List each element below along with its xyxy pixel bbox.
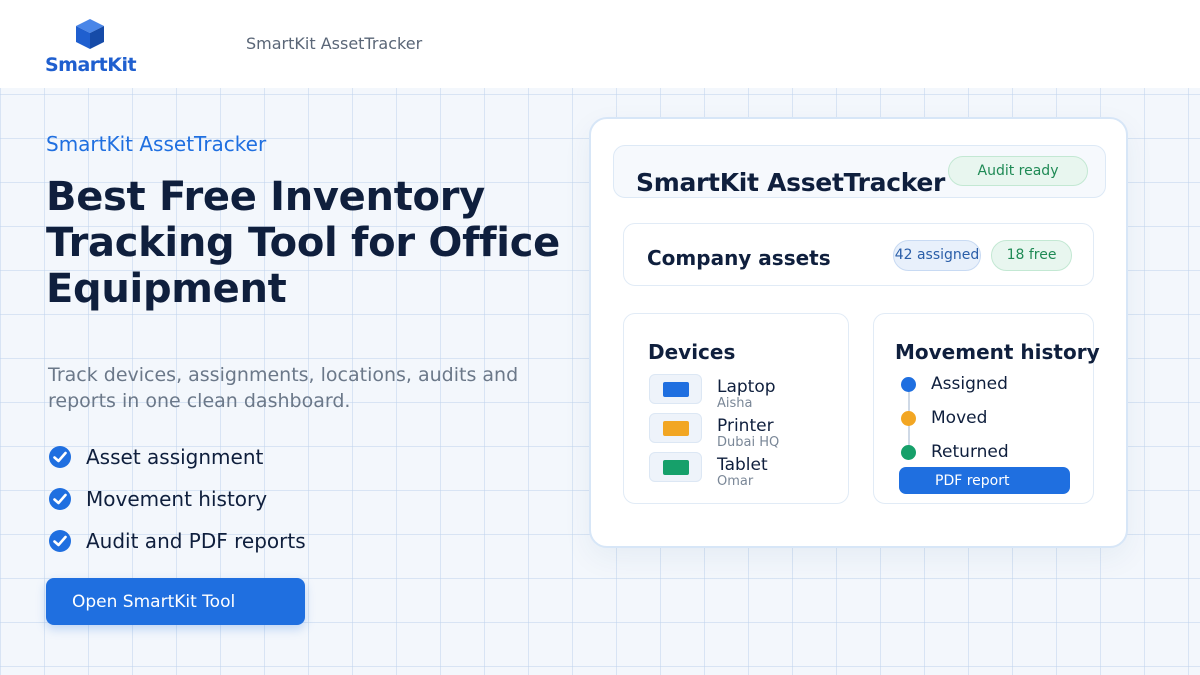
status-dot-icon	[901, 411, 916, 426]
timeline-label: Assigned	[931, 374, 1008, 394]
feature-item: Movement history	[48, 478, 306, 520]
device-row[interactable]: Tablet Omar	[649, 452, 839, 490]
timeline-label: Moved	[931, 408, 988, 428]
feature-label: Audit and PDF reports	[86, 529, 306, 553]
device-location: Dubai HQ	[717, 435, 780, 450]
audit-status-badge: Audit ready	[948, 156, 1088, 186]
assets-title: Company assets	[647, 246, 831, 270]
printer-icon	[649, 413, 702, 443]
timeline-label: Returned	[931, 442, 1009, 462]
company-assets-card: Company assets 42 assigned 18 free	[623, 223, 1094, 286]
feature-label: Movement history	[86, 487, 268, 511]
header-product-name: SmartKit AssetTracker	[246, 34, 423, 53]
devices-card: Devices Laptop Aisha Printer Dubai HQ Ta…	[623, 313, 849, 504]
device-row[interactable]: Laptop Aisha	[649, 374, 839, 412]
smartkit-logo[interactable]: SmartKit	[44, 18, 137, 78]
feature-item: Asset assignment	[48, 436, 306, 478]
device-name: Tablet	[717, 455, 768, 475]
check-circle-icon	[49, 530, 71, 552]
history-title: Movement history	[895, 340, 1100, 364]
check-circle-icon	[49, 488, 71, 510]
device-name: Laptop	[717, 377, 776, 397]
top-header: SmartKit SmartKit AssetTracker	[0, 0, 1200, 88]
check-circle-icon	[49, 446, 71, 468]
hero-eyebrow: SmartKit AssetTracker	[46, 132, 267, 156]
laptop-icon	[649, 374, 702, 404]
subtext-line: reports in one clean dashboard.	[48, 390, 351, 412]
headline-line: Best Free Inventory	[46, 174, 485, 220]
device-name: Printer	[717, 416, 774, 436]
assigned-count-badge: 42 assigned	[893, 240, 981, 271]
free-count-badge: 18 free	[991, 240, 1072, 271]
movement-history-card: Movement history Assigned Moved Returned…	[873, 313, 1100, 504]
headline-line: Equipment	[46, 266, 287, 312]
panel-title: SmartKit AssetTracker	[636, 168, 946, 197]
logo-wordmark: SmartKit	[45, 54, 137, 76]
open-tool-button[interactable]: Open SmartKit Tool	[46, 578, 305, 625]
tablet-icon	[649, 452, 702, 482]
feature-list: Asset assignment Movement history Audit …	[48, 436, 306, 562]
status-dot-icon	[901, 377, 916, 392]
subtext-line: Track devices, assignments, locations, a…	[48, 364, 519, 386]
hero-headline: Best Free Inventory Tracking Tool for Of…	[46, 174, 566, 312]
devices-title: Devices	[648, 340, 736, 364]
device-holder: Omar	[717, 474, 754, 489]
panel-header: SmartKit AssetTracker Audit ready	[613, 145, 1106, 198]
device-row[interactable]: Printer Dubai HQ	[649, 413, 839, 451]
feature-item: Audit and PDF reports	[48, 520, 306, 562]
dashboard-preview-panel: SmartKit AssetTracker Audit ready Compan…	[589, 117, 1128, 548]
cube-logo-icon	[76, 19, 104, 49]
feature-label: Asset assignment	[86, 445, 264, 469]
pdf-report-button[interactable]: PDF report	[899, 467, 1070, 494]
hero-subtext: Track devices, assignments, locations, a…	[48, 362, 548, 414]
status-dot-icon	[901, 445, 916, 460]
headline-line: Tracking Tool for Office	[46, 220, 560, 266]
device-holder: Aisha	[717, 396, 753, 411]
